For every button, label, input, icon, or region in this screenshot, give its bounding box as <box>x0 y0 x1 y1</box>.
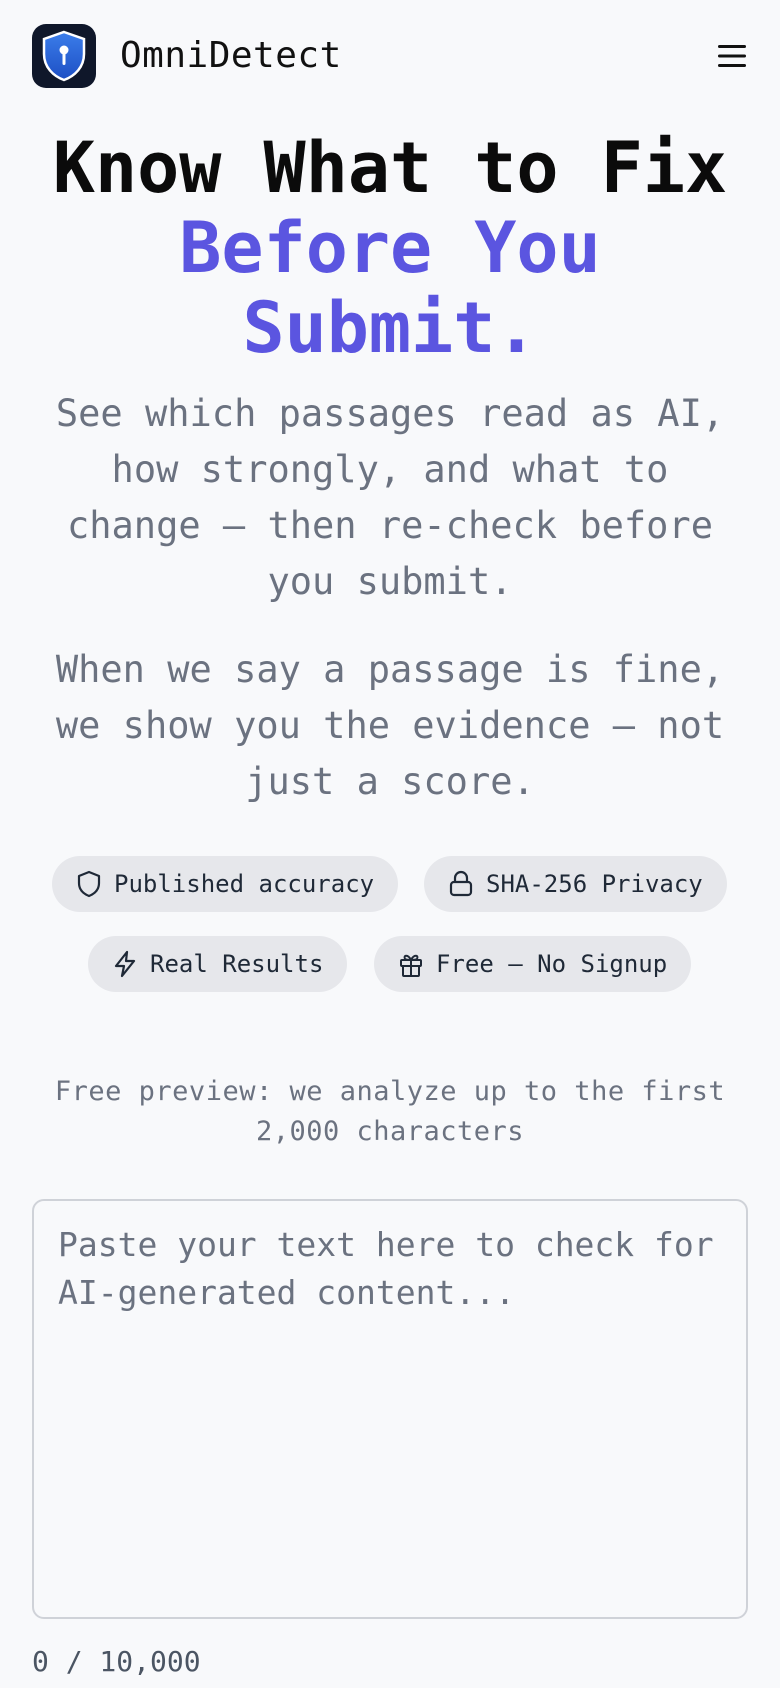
menu-button[interactable] <box>714 38 750 74</box>
badge-label: Published accuracy <box>114 870 375 898</box>
gift-icon <box>400 954 422 977</box>
badge-free-no-signup: Free — No Signup <box>374 936 692 992</box>
text-input[interactable] <box>32 1199 748 1619</box>
lock-icon <box>449 870 473 897</box>
badge-sha256-privacy: SHA-256 Privacy <box>424 856 727 912</box>
lightning-icon <box>114 950 136 978</box>
evidence-text: When we say a passage is fine, we show y… <box>55 648 725 803</box>
hero-title-line1: Know What to Fix <box>52 127 728 209</box>
char-count: 0 / 10,000 <box>32 1645 201 1678</box>
badge-published-accuracy: Published accuracy <box>52 856 399 912</box>
preview-note: Free preview: we analyze up to the first… <box>54 1076 726 1147</box>
shield-icon <box>77 870 101 898</box>
logo[interactable] <box>32 24 96 88</box>
header: OmniDetect <box>0 0 780 112</box>
badge-label: SHA-256 Privacy <box>486 870 703 898</box>
hero-title: Know What to Fix Before You Submit. <box>20 128 760 368</box>
hero-subtitle: See which passages read as AI, how stron… <box>55 392 725 603</box>
badge-real-results: Real Results <box>88 936 348 992</box>
hero-title-line2: Before You <box>179 207 601 289</box>
brand-name[interactable]: OmniDetect <box>120 34 342 78</box>
badge-label: Real Results <box>150 950 324 978</box>
shield-lock-icon <box>42 30 86 82</box>
hamburger-menu-icon <box>718 45 746 67</box>
hero-title-line3: Submit. <box>242 287 538 369</box>
badge-label: Free — No Signup <box>436 950 668 978</box>
